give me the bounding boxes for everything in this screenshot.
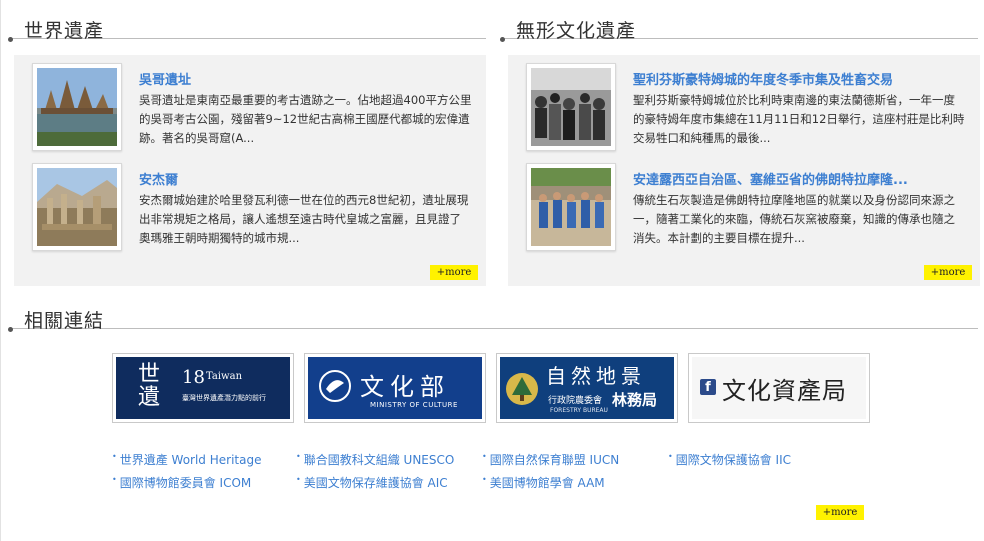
heritage18-en: Taiwan bbox=[206, 371, 243, 382]
intangible-section-title: 無形文化遺產 bbox=[516, 20, 637, 42]
forestry-sub: 行政院農委會 bbox=[548, 396, 603, 406]
moc-name: 文化部 bbox=[360, 373, 450, 401]
link-iucn[interactable]: • 國際自然保育聯盟 IUCN bbox=[482, 451, 619, 468]
forestry-name: 自然地景 bbox=[546, 364, 646, 388]
angkor-image bbox=[37, 68, 117, 146]
bullet-icon: • bbox=[112, 475, 117, 484]
link-label: 國際自然保育聯盟 IUCN bbox=[489, 453, 620, 467]
moc-en: MINISTRY OF CULTURE bbox=[370, 401, 458, 409]
boch-name: 文化資產局 bbox=[722, 377, 847, 405]
angkor-thumbnail[interactable] bbox=[32, 63, 122, 151]
header-dot bbox=[8, 327, 13, 332]
boch-banner[interactable]: f 文化資產局 bbox=[688, 353, 870, 423]
bullet-icon: • bbox=[482, 475, 487, 484]
heritage-more-button[interactable]: +more bbox=[430, 265, 478, 280]
market-image bbox=[531, 68, 611, 146]
link-aic[interactable]: • 美國文物保存維護協會 AIC bbox=[296, 474, 448, 491]
heritage-item: 安杰爾 安杰爾城始建於哈里發瓦利德一世在位的西元8世紀初，遺址展現出非常規矩之格… bbox=[32, 163, 476, 255]
facebook-icon: f bbox=[700, 379, 716, 395]
heritage-item: 吳哥遺址 吳哥遺址是東南亞最重要的考古遺跡之一。佔地超過400平方公里的吳哥考古… bbox=[32, 63, 476, 155]
lime-thumbnail[interactable] bbox=[526, 163, 616, 251]
forestry-banner[interactable]: 自然地景 行政院農委會 林務局 FORESTRY BUREAU bbox=[496, 353, 678, 423]
forestry-logo: 自然地景 行政院農委會 林務局 FORESTRY BUREAU bbox=[500, 357, 674, 419]
link-world-heritage[interactable]: • 世界遺產 World Heritage bbox=[112, 451, 261, 468]
bullet-icon: • bbox=[482, 452, 487, 461]
intangible-panel: 聖利芬斯豪特姆城的年度冬季市集及牲畜交易 聖利芬斯豪特姆城位於比利時東南邊的東法… bbox=[508, 55, 980, 286]
links-section-header: 相關連結 bbox=[8, 298, 978, 332]
intangible-section-header: 無形文化遺產 bbox=[500, 8, 978, 42]
forestry-name2: 林務局 bbox=[612, 391, 658, 409]
heritage-item-title[interactable]: 吳哥遺址 bbox=[139, 69, 191, 88]
heritage18-banner[interactable]: 世遺 18 Taiwan 臺灣世界遺產潛力點的前行 bbox=[112, 353, 294, 423]
link-label: 聯合國教科文組織 UNESCO bbox=[303, 453, 455, 467]
intangible-item: 安達露西亞自治區、塞維亞省的佛朗特拉摩隆... 傳統生石灰製造是佛朗特拉摩隆地區… bbox=[526, 163, 970, 255]
heritage18-logo: 世遺 18 Taiwan 臺灣世界遺產潛力點的前行 bbox=[116, 357, 290, 419]
moc-logo: 文化部 MINISTRY OF CULTURE bbox=[308, 357, 482, 419]
link-label: 國際博物館委員會 ICOM bbox=[119, 476, 252, 490]
bullet-icon: • bbox=[296, 475, 301, 484]
page-left-border bbox=[0, 0, 1, 541]
link-aam[interactable]: • 美國博物館學會 AAM bbox=[482, 474, 605, 491]
link-label: 國際文物保護協會 IIC bbox=[675, 453, 791, 467]
moc-banner[interactable]: 文化部 MINISTRY OF CULTURE bbox=[304, 353, 486, 423]
market-thumbnail[interactable] bbox=[526, 63, 616, 151]
moc-emblem-icon bbox=[319, 370, 351, 402]
link-unesco[interactable]: • 聯合國教科文組織 UNESCO bbox=[296, 451, 454, 468]
intangible-item-desc: 傳統生石灰製造是佛朗特拉摩隆地區的就業以及身份認同來源之一，隨著工業化的來臨，傳… bbox=[633, 193, 955, 245]
link-iic[interactable]: • 國際文物保護協會 IIC bbox=[668, 451, 791, 468]
lime-image bbox=[531, 168, 611, 246]
anjar-thumbnail[interactable] bbox=[32, 163, 122, 251]
link-label: 美國博物館學會 AAM bbox=[489, 476, 605, 490]
intangible-item-title[interactable]: 聖利芬斯豪特姆城的年度冬季市集及牲畜交易 bbox=[633, 69, 893, 88]
heritage18-subtitle: 臺灣世界遺產潛力點的前行 bbox=[182, 394, 266, 402]
heritage-item-desc: 安杰爾城始建於哈里發瓦利德一世在位的西元8世紀初，遺址展現出非常規矩之格局，讓人… bbox=[139, 193, 469, 245]
anjar-image bbox=[37, 168, 117, 246]
bullet-icon: • bbox=[112, 452, 117, 461]
bullet-icon: • bbox=[668, 452, 673, 461]
boch-logo: f 文化資產局 bbox=[692, 357, 866, 419]
heritage-item-desc: 吳哥遺址是東南亞最重要的考古遺跡之一。佔地超過400平方公里的吳哥考古公園，殘留… bbox=[139, 93, 472, 145]
heritage18-big: 世遺 bbox=[138, 362, 161, 410]
heritage-section-header: 世界遺產 bbox=[8, 8, 486, 42]
header-dot bbox=[500, 37, 505, 42]
heritage-item-title[interactable]: 安杰爾 bbox=[139, 169, 178, 188]
intangible-item-title[interactable]: 安達露西亞自治區、塞維亞省的佛朗特拉摩隆... bbox=[633, 169, 908, 188]
heritage-section-title: 世界遺產 bbox=[24, 20, 105, 42]
header-dot bbox=[8, 37, 13, 42]
intangible-item-desc: 聖利芬斯豪特姆城位於比利時東南邊的東法蘭德斯省，一年一度的豪特姆年度市集總在11… bbox=[633, 93, 965, 145]
links-section-title: 相關連結 bbox=[24, 310, 105, 332]
link-icom[interactable]: • 國際博物館委員會 ICOM bbox=[112, 474, 251, 491]
link-label: 世界遺產 World Heritage bbox=[119, 453, 262, 467]
intangible-item: 聖利芬斯豪特姆城的年度冬季市集及牲畜交易 聖利芬斯豪特姆城位於比利時東南邊的東法… bbox=[526, 63, 970, 155]
forestry-en: FORESTRY BUREAU bbox=[550, 407, 608, 414]
intangible-more-button[interactable]: +more bbox=[924, 265, 972, 280]
forestry-emblem-icon bbox=[506, 373, 538, 405]
heritage-panel: 吳哥遺址 吳哥遺址是東南亞最重要的考古遺跡之一。佔地超過400平方公里的吳哥考古… bbox=[14, 55, 486, 286]
links-more-button[interactable]: +more bbox=[816, 505, 864, 520]
heritage18-number: 18 bbox=[182, 367, 205, 388]
link-label: 美國文物保存維護協會 AIC bbox=[303, 476, 448, 490]
bullet-icon: • bbox=[296, 452, 301, 461]
